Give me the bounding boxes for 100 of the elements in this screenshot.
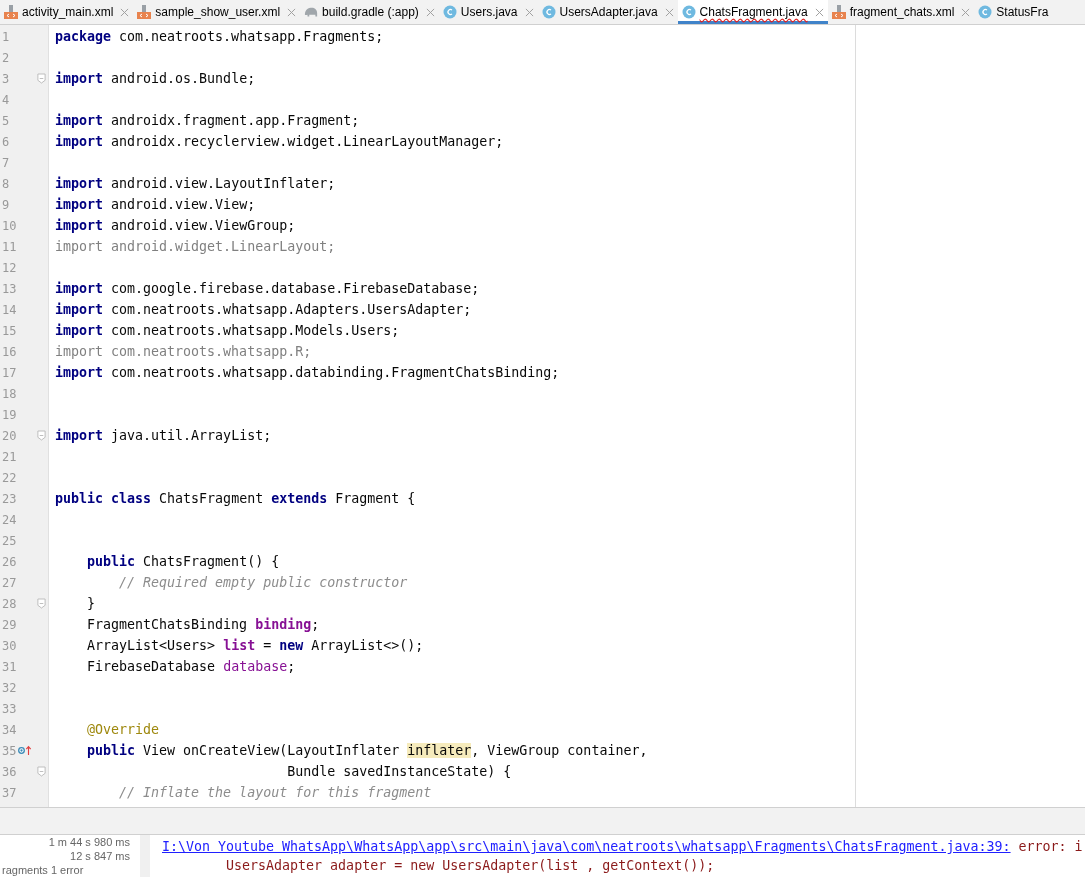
line-number: 13: [1, 281, 18, 296]
elephant-icon: [304, 5, 319, 19]
line-number: 20: [1, 428, 18, 443]
error-code-line: UsersAdapter adapter = new UsersAdapter(list , getContext());: [225, 858, 715, 873]
class-icon: [681, 5, 696, 19]
line-number: 28: [1, 596, 18, 611]
line-number: 11: [1, 239, 18, 254]
class-icon: [442, 5, 457, 19]
keyword: public: [86, 743, 137, 758]
code-text: java.util.ArrayList;: [111, 428, 272, 443]
line-number: 31: [1, 659, 18, 674]
line-number: 10: [1, 218, 18, 233]
code-comment: // Inflate the layout for this fragment: [118, 785, 432, 800]
code-text: android.view.LayoutInflater;: [111, 176, 336, 191]
code-text: Fragment {: [335, 491, 416, 506]
editor-tab[interactable]: Users.java: [438, 0, 538, 24]
code-text: com.neatroots.whatsapp.Models.Users;: [111, 323, 400, 338]
class-icon: [978, 5, 993, 19]
code-text: androidx.recyclerview.widget.LinearLayoutManager;: [111, 134, 504, 149]
unused-import: import com.neatroots.whatsapp.R;: [55, 344, 312, 359]
code-text: ArrayList<>();: [311, 638, 424, 653]
close-icon[interactable]: [120, 7, 130, 17]
scrollbar[interactable]: [140, 835, 150, 877]
keyword: import: [55, 302, 105, 317]
field-name: binding: [255, 617, 312, 632]
code-text: com.neatroots.whatsapp.Fragments;: [119, 29, 384, 44]
code-text: , ViewGroup container,: [471, 743, 648, 758]
fold-icon[interactable]: [37, 430, 46, 441]
line-number: 17: [1, 365, 18, 380]
editor-tab[interactable]: UsersAdapter.java: [537, 0, 678, 24]
close-icon[interactable]: [524, 7, 534, 17]
code-text: ChatsFragment: [159, 491, 265, 506]
fold-icon[interactable]: [37, 73, 46, 84]
line-number: 23: [1, 491, 18, 506]
code-text: android.view.ViewGroup;: [111, 218, 296, 233]
close-icon[interactable]: [814, 7, 824, 17]
keyword: import: [55, 197, 105, 212]
line-number: 22: [1, 470, 18, 485]
code-text: }: [86, 596, 96, 611]
keyword: import: [55, 365, 105, 380]
field-name: list: [223, 638, 257, 653]
line-number: 12: [1, 260, 18, 275]
code-text: android.view.View;: [111, 197, 256, 212]
code-text: android.os.Bundle;: [111, 71, 256, 86]
code-text: ChatsFragment() {: [143, 554, 280, 569]
line-number: 35: [1, 743, 18, 758]
file-link[interactable]: I:\Von Youtube WhatsApp\WhatsApp\app\src\main\java\com\neatroots\whatsapp\Fragments\ChatsFragment.java:39:: [162, 839, 1011, 854]
code-text: Bundle savedInstanceState) {: [286, 764, 512, 779]
keyword: import: [55, 71, 105, 86]
close-icon[interactable]: [664, 7, 674, 17]
class-icon: [541, 5, 556, 19]
line-number: 4: [1, 92, 11, 107]
line-number: 3: [1, 71, 11, 86]
code-text: ;: [287, 659, 296, 674]
keyword: public: [86, 554, 137, 569]
highlighted-parameter: inflater: [407, 743, 472, 758]
close-icon[interactable]: [425, 7, 435, 17]
close-icon[interactable]: [961, 7, 971, 17]
keyword: package: [55, 29, 113, 44]
keyword: import: [55, 176, 105, 191]
line-number: 18: [1, 386, 18, 401]
line-number: 34: [1, 722, 18, 737]
close-icon[interactable]: [287, 7, 297, 17]
editor-tab[interactable]: fragment_chats.xml: [827, 0, 975, 24]
editor-tab[interactable]: activity_main.xml: [0, 0, 134, 24]
line-number: 27: [1, 575, 18, 590]
editor-tab[interactable]: StatusFra: [974, 0, 1053, 24]
code-text: FirebaseDatabase: [86, 659, 217, 674]
line-number: 30: [1, 638, 18, 653]
line-number: 8: [1, 176, 11, 191]
line-number: 36: [1, 764, 18, 779]
keyword: import: [55, 113, 105, 128]
xml-file-icon: [137, 5, 152, 19]
code-text: =: [263, 638, 273, 653]
code-text: View onCreateView(LayoutInflater: [143, 743, 401, 758]
annotation: @Override: [86, 722, 160, 737]
field-name: database: [223, 659, 288, 674]
keyword: import: [55, 134, 105, 149]
line-number: 9: [1, 197, 11, 212]
keyword: public class: [55, 491, 153, 506]
editor-tab[interactable]: ChatsFragment.java: [677, 0, 828, 24]
xml-file-icon: [4, 5, 18, 19]
code-text: com.neatroots.whatsapp.databinding.FragmentChatsBinding;: [111, 365, 560, 380]
line-number: 33: [1, 701, 18, 716]
line-number: 21: [1, 449, 18, 464]
keyword: import: [55, 428, 105, 443]
fold-icon[interactable]: [37, 766, 46, 777]
line-number: 24: [1, 512, 18, 527]
line-number: 5: [1, 113, 11, 128]
code-text: ArrayList<Users>: [86, 638, 217, 653]
code-text: FragmentChatsBinding: [86, 617, 249, 632]
override-marker-icon[interactable]: [18, 745, 32, 756]
keyword: import: [55, 323, 105, 338]
line-number: 37: [1, 785, 18, 800]
editor-tab[interactable]: sample_show_user.xml: [133, 0, 301, 24]
editor-tab[interactable]: build.gradle (:app): [300, 0, 439, 24]
unused-import: import android.widget.LinearLayout;: [55, 239, 336, 254]
keyword: import: [55, 218, 105, 233]
code-comment: // Required empty public constructor: [118, 575, 408, 590]
fold-icon[interactable]: [37, 598, 46, 609]
